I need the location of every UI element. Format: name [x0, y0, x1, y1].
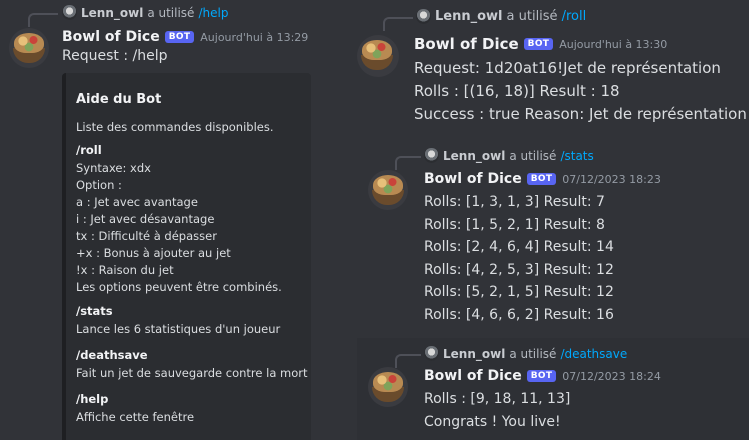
- author-name[interactable]: Bowl of Dice: [62, 29, 160, 45]
- reply-verb: a utilisé: [509, 148, 557, 163]
- field-name: /roll: [76, 143, 102, 157]
- field-name: /stats: [76, 304, 113, 318]
- message-line: Rolls: [1, 3, 1, 3] Result: 7: [424, 194, 605, 210]
- reply-context[interactable]: Lenn_owl a utilisé /roll: [416, 9, 586, 24]
- timestamp[interactable]: 07/12/2023 18:23: [562, 173, 661, 186]
- reply-username[interactable]: Lenn_owl: [81, 6, 143, 20]
- field-line: Fait un jet de sauvegarde contre la mort: [76, 366, 308, 380]
- reply-command[interactable]: /help: [198, 6, 228, 20]
- lenn-owl-avatar-icon[interactable]: [424, 346, 439, 361]
- field-line: Affiche cette fenêtre: [76, 410, 195, 424]
- commands-panel: Lenn_owl a utilisé /roll Bowl of Dice BO…: [345, 0, 749, 440]
- field-value: Syntaxe: xdx Option : a : Jet avec avant…: [76, 160, 282, 296]
- field-line: Syntaxe: xdx: [76, 161, 151, 175]
- reply-username[interactable]: Lenn_owl: [443, 149, 505, 163]
- timestamp[interactable]: 07/12/2023 18:24: [562, 370, 661, 383]
- message-header: Bowl of Dice BOT 07/12/2023 18:24: [424, 368, 661, 384]
- message-line: Rolls: [5, 2, 1, 5] Result: 12: [424, 284, 614, 300]
- message-line: Rolls: [2, 4, 6, 4] Result: 14: [424, 239, 614, 255]
- field-line: a : Jet avec avantage: [76, 195, 198, 209]
- message-line: Request : /help: [62, 48, 168, 64]
- field-line: Les options peuvent être combinés.: [76, 280, 282, 294]
- lenn-owl-avatar-icon[interactable]: [416, 9, 431, 24]
- reply-context[interactable]: Lenn_owl a utilisé /help: [62, 5, 228, 20]
- message-line: Rolls: [4, 6, 6, 2] Result: 16: [424, 306, 614, 323]
- embed-field-help: /help Affiche cette fenêtre: [76, 392, 194, 426]
- field-value: Affiche cette fenêtre: [76, 409, 194, 426]
- author-name[interactable]: Bowl of Dice: [414, 35, 519, 53]
- message-line: Congrats ! You live!: [424, 413, 561, 430]
- field-name: /deathsave: [76, 348, 148, 362]
- reply-verb: a utilisé: [509, 346, 557, 361]
- message-line: Rolls : [9, 18, 11, 13]: [424, 391, 571, 407]
- timestamp[interactable]: Aujourd'hui à 13:30: [559, 38, 667, 51]
- field-line: Lance les 6 statistiques d'un joueur: [76, 322, 281, 336]
- help-message: Lenn_owl a utilisé /help Bowl of Dice BO…: [0, 0, 345, 440]
- message-content: Request : /help: [62, 48, 167, 64]
- reply-username[interactable]: Lenn_owl: [435, 9, 503, 24]
- reply-verb: a utilisé: [147, 5, 195, 20]
- help-panel: Lenn_owl a utilisé /help Bowl of Dice BO…: [0, 0, 345, 440]
- author-name[interactable]: Bowl of Dice: [424, 368, 522, 384]
- bot-badge: BOT: [523, 38, 554, 50]
- reply-context[interactable]: Lenn_owl a utilisé /deathsave: [424, 346, 627, 361]
- bot-avatar-icon[interactable]: [357, 35, 399, 77]
- message-line: Rolls: [4, 2, 5, 3] Result: 12: [424, 261, 614, 278]
- field-value: Fait un jet de sauvegarde contre la mort: [76, 365, 308, 382]
- field-line: i : Jet avec désavantage: [76, 212, 215, 226]
- message-line: Rolls : [(16, 18)] Result : 18: [414, 82, 620, 100]
- embed-field-stats: /stats Lance les 6 statistiques d'un jou…: [76, 304, 280, 338]
- bot-badge: BOT: [526, 370, 557, 382]
- embed-field-roll: /roll Syntaxe: xdx Option : a : Jet avec…: [76, 143, 282, 296]
- bot-badge: BOT: [164, 31, 195, 43]
- deathsave-message: Lenn_owl a utilisé /deathsave Bowl of Di…: [357, 338, 749, 440]
- reply-verb: a utilisé: [506, 9, 558, 24]
- timestamp[interactable]: Aujourd'hui à 13:29: [200, 31, 308, 44]
- field-line: Option :: [76, 178, 122, 192]
- message-content: Rolls : [9, 18, 11, 13] Congrats ! You l…: [424, 388, 570, 433]
- field-line: !x : Raison du jet: [76, 263, 174, 277]
- message-content: Request: 1d20at16!Jet de représentation …: [414, 57, 747, 126]
- reply-context[interactable]: Lenn_owl a utilisé /stats: [424, 148, 594, 163]
- reply-spine: [395, 354, 421, 368]
- reply-command[interactable]: /deathsave: [560, 347, 627, 361]
- field-line: +x : Bonus à ajouter au jet: [76, 246, 231, 260]
- reply-command[interactable]: /stats: [560, 149, 593, 163]
- field-line: tx : Difficulté à dépasser: [76, 229, 217, 243]
- reply-spine: [28, 13, 58, 27]
- lenn-owl-avatar-icon[interactable]: [424, 148, 439, 163]
- reply-username[interactable]: Lenn_owl: [443, 347, 505, 361]
- message-line: Request: 1d20at16!Jet de représentation: [414, 59, 721, 77]
- help-embed: Aide du Bot Liste des commandes disponib…: [62, 73, 311, 440]
- roll-message: Lenn_owl a utilisé /roll Bowl of Dice BO…: [345, 0, 749, 140]
- reply-spine: [395, 156, 421, 170]
- message-header: Bowl of Dice BOT 07/12/2023 18:23: [424, 171, 661, 187]
- reply-spine: [383, 17, 413, 31]
- embed-description: Liste des commandes disponibles.: [76, 120, 274, 134]
- embed-title: Aide du Bot: [76, 92, 162, 107]
- lenn-owl-avatar-icon[interactable]: [62, 5, 77, 20]
- field-value: Lance les 6 statistiques d'un joueur: [76, 321, 280, 338]
- bot-badge: BOT: [526, 173, 557, 185]
- field-name: /help: [76, 392, 109, 406]
- bot-avatar-icon[interactable]: [368, 367, 408, 407]
- embed-field-deathsave: /deathsave Fait un jet de sauvegarde con…: [76, 348, 308, 382]
- message-content: Rolls: [1, 3, 1, 3] Result: 7 Rolls: [1,…: [424, 191, 614, 326]
- message-header: Bowl of Dice BOT Aujourd'hui à 13:29: [62, 29, 308, 45]
- author-name[interactable]: Bowl of Dice: [424, 171, 522, 187]
- reply-command[interactable]: /roll: [562, 9, 587, 24]
- bot-avatar-icon[interactable]: [9, 28, 49, 68]
- message-line: Success : true Reason: Jet de représenta…: [414, 105, 747, 123]
- message-line: Rolls: [1, 5, 2, 1] Result: 8: [424, 216, 605, 233]
- message-header: Bowl of Dice BOT Aujourd'hui à 13:30: [414, 35, 667, 53]
- bot-avatar-icon[interactable]: [368, 170, 408, 210]
- stats-message: Lenn_owl a utilisé /stats Bowl of Dice B…: [345, 140, 749, 338]
